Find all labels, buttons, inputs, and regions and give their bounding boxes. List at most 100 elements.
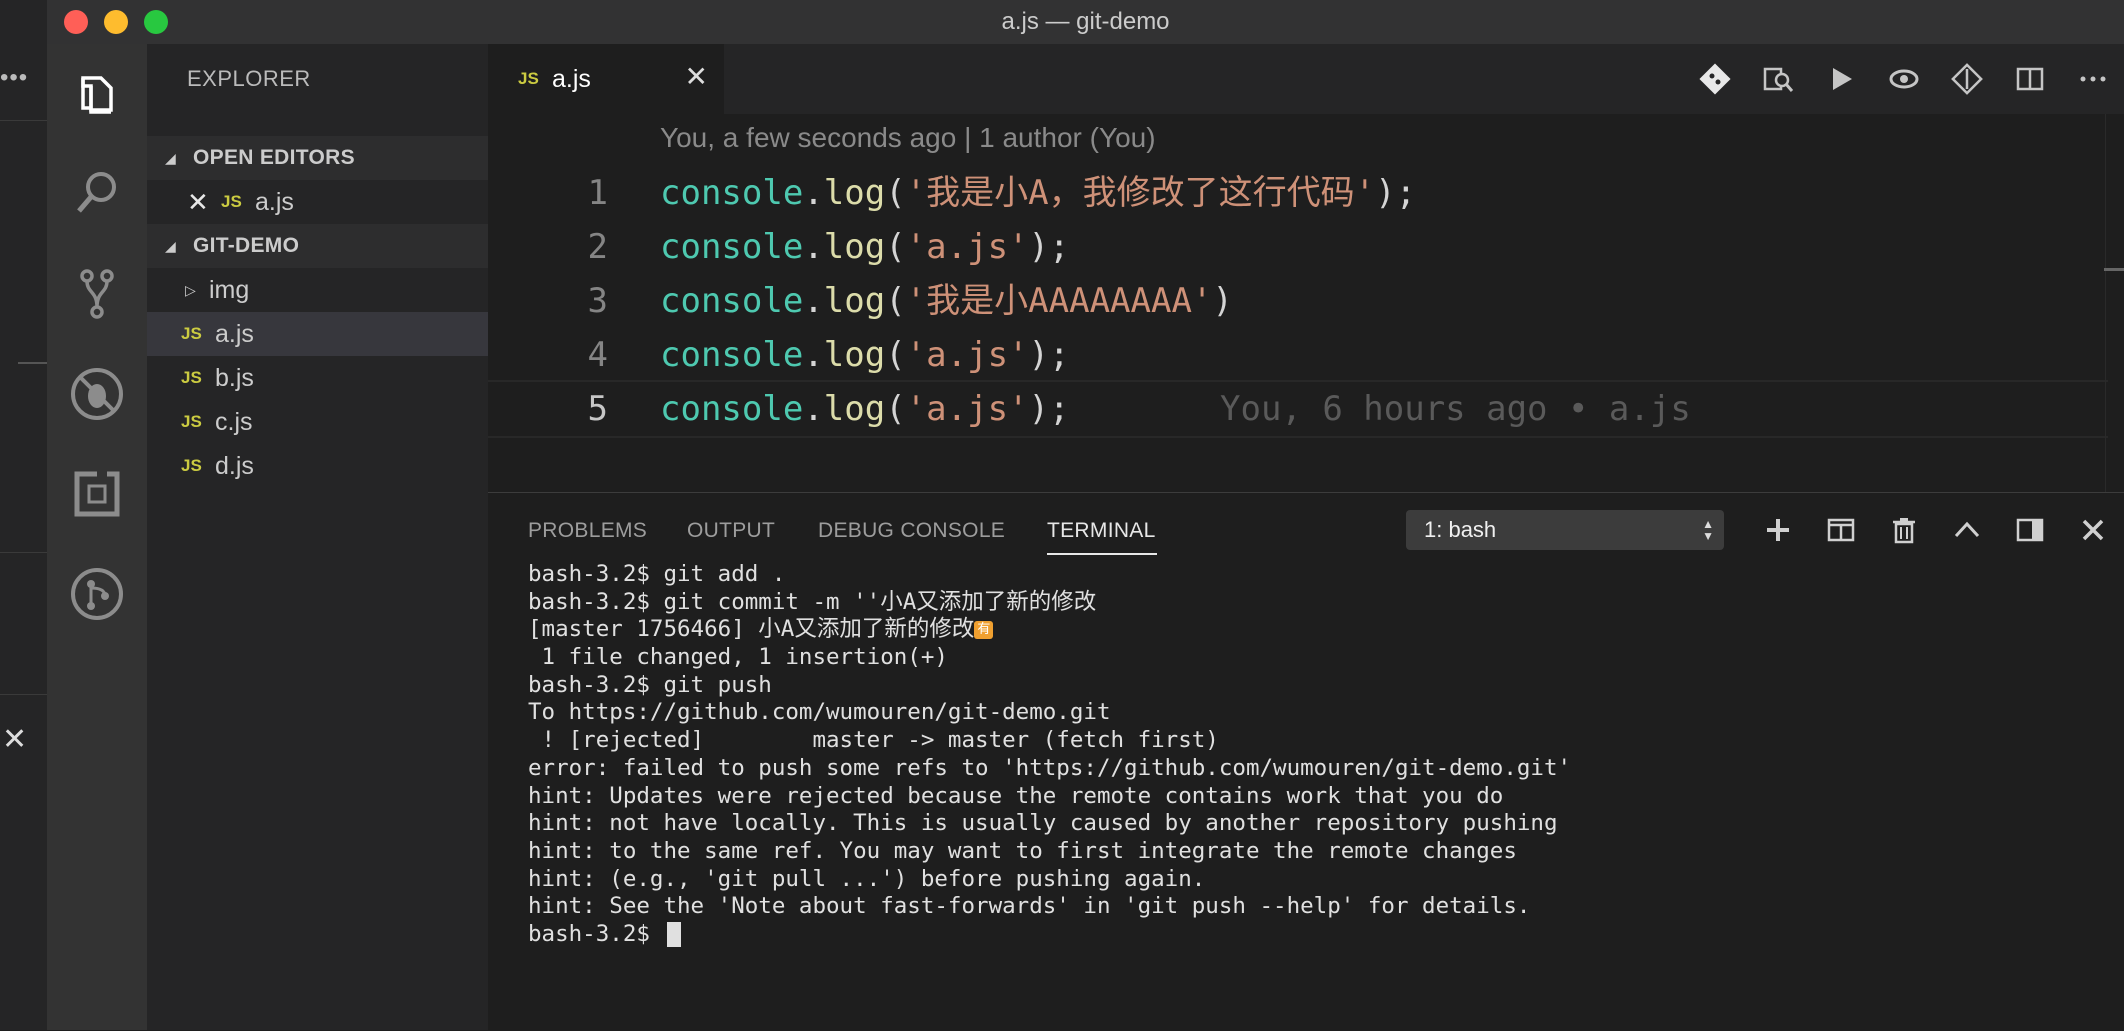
javascript-file-icon: JS xyxy=(518,69,539,88)
tab-label: a.js xyxy=(552,64,591,93)
line-number: 5 xyxy=(587,389,608,429)
divider xyxy=(0,120,47,121)
trash-icon[interactable] xyxy=(1872,507,1935,553)
divider xyxy=(18,362,47,364)
code-line: 4 console.log('a.js'); xyxy=(488,328,2108,382)
open-editor-item-a-js[interactable]: ✕ JS a.js xyxy=(147,180,488,224)
terminal-line: hint: not have locally. This is usually … xyxy=(528,810,1558,837)
terminal-line: hint: (e.g., 'git pull ...') before push… xyxy=(528,865,1206,892)
editor-scrollbar[interactable] xyxy=(2105,114,2124,492)
sidebar-title: EXPLORER xyxy=(187,66,311,91)
split-terminal-icon[interactable] xyxy=(1809,507,1872,553)
terminal-line: error: failed to push some refs to 'http… xyxy=(528,754,1572,781)
extensions-icon[interactable] xyxy=(47,452,147,536)
code-editor[interactable]: You, a few seconds ago | 1 author (You) … xyxy=(488,114,2124,492)
split-editor-icon[interactable] xyxy=(1998,44,2061,114)
file-name: c.js xyxy=(215,407,253,436)
tab-output[interactable]: OUTPUT xyxy=(687,519,775,543)
terminal-line: hint: See the 'Note about fast-forwards'… xyxy=(528,893,1531,920)
project-section-header[interactable]: ◢ GIT-DEMO xyxy=(147,224,488,268)
active-tab-indicator xyxy=(1047,553,1157,555)
select-arrows-icon: ▲ ▼ xyxy=(1702,517,1714,543)
folder-item-img[interactable]: ▷ img xyxy=(147,268,488,312)
chevron-down-icon: ◢ xyxy=(165,149,176,166)
editor-toolbar xyxy=(1683,44,2124,114)
chevron-down-icon: ◢ xyxy=(165,237,176,254)
scrollbar-cursor-marker xyxy=(2104,268,2124,271)
git-icon[interactable] xyxy=(1935,44,1998,114)
open-changes-icon[interactable] xyxy=(1746,44,1809,114)
section-label: OPEN EDITORS xyxy=(193,146,355,169)
line-number: 3 xyxy=(587,281,608,321)
more-actions-icon[interactable] xyxy=(2061,44,2124,114)
code-text: console.log('我是小A，我修改了这行代码'); xyxy=(660,173,1417,213)
explorer-sidebar: EXPLORER ◢ OPEN EDITORS ✕ JS a.js ◢ GIT-… xyxy=(147,44,488,1030)
file-name: b.js xyxy=(215,363,254,392)
toggle-blame-icon[interactable] xyxy=(1872,44,1935,114)
code-text: console.log('我是小AAAAAAAA') xyxy=(660,281,1233,321)
section-label: GIT-DEMO xyxy=(193,234,300,257)
git-compare-icon[interactable] xyxy=(1683,44,1746,114)
chevron-up-icon[interactable] xyxy=(1935,507,1998,553)
file-name: d.js xyxy=(215,451,254,480)
folder-name: img xyxy=(209,275,250,304)
code-text: console.log('a.js'); xyxy=(660,335,1070,375)
terminal-line: hint: Updates were rejected because the … xyxy=(528,782,1504,809)
search-icon[interactable] xyxy=(47,151,147,235)
code-line: 2 console.log('a.js'); xyxy=(488,220,2108,274)
close-panel-icon[interactable] xyxy=(2061,507,2124,553)
divider xyxy=(0,694,47,695)
javascript-file-icon: JS xyxy=(221,192,242,211)
source-control-icon[interactable] xyxy=(47,252,147,336)
window-title: a.js — git-demo xyxy=(1001,8,1170,35)
tab-a-js[interactable]: JS a.js ✕ xyxy=(488,44,724,114)
terminal-line: [master 1756466] 小A又添加了新的修改有 xyxy=(528,616,2108,644)
tab-problems[interactable]: PROBLEMS xyxy=(528,519,647,543)
file-item-a-js[interactable]: JS a.js xyxy=(147,312,488,356)
open-editors-section-header[interactable]: ◢ OPEN EDITORS xyxy=(147,136,488,180)
terminal-line: 1 file changed, 1 insertion(+) xyxy=(528,644,948,671)
file-item-d-js[interactable]: JS d.js xyxy=(147,444,488,488)
blame-codelens[interactable]: You, a few seconds ago | 1 author (You) xyxy=(660,122,1156,154)
line-number: 2 xyxy=(587,227,608,267)
terminal-line: To https://github.com/wumouren/git-demo.… xyxy=(528,699,1111,726)
toggle-panel-position-icon[interactable] xyxy=(1998,507,2061,553)
terminal-selector-dropdown[interactable]: 1: bash ▲ ▼ xyxy=(1406,510,1724,550)
file-name: a.js xyxy=(255,187,294,216)
terminal-line: ! [rejected] master -> master (fetch fir… xyxy=(528,727,1219,754)
tab-debug-console[interactable]: DEBUG CONSOLE xyxy=(818,519,1005,543)
tab-terminal[interactable]: TERMINAL xyxy=(1047,519,1156,543)
terminal-prompt: bash-3.2$ xyxy=(528,920,664,947)
terminal-selector-value: 1: bash xyxy=(1424,517,1497,542)
run-icon[interactable] xyxy=(1809,44,1872,114)
javascript-file-icon: JS xyxy=(181,324,202,343)
file-item-c-js[interactable]: JS c.js xyxy=(147,400,488,444)
bottom-panel: PROBLEMS OUTPUT DEBUG CONSOLE TERMINAL 1… xyxy=(488,492,2124,1031)
debug-icon[interactable] xyxy=(47,352,147,436)
inline-blame-annotation: You, 6 hours ago • a.js xyxy=(1220,389,1691,429)
code-text: console.log('a.js'); xyxy=(660,389,1070,429)
terminal-line: bash-3.2$ git add . xyxy=(528,561,786,587)
chevron-right-icon: ▷ xyxy=(185,281,196,298)
terminal-output[interactable]: bash-3.2$ git add . bash-3.2$ git commit… xyxy=(528,561,2108,1021)
gitlens-icon[interactable] xyxy=(47,552,147,636)
file-name: a.js xyxy=(215,319,254,348)
code-line: 1 console.log('我是小A，我修改了这行代码'); xyxy=(488,166,2108,220)
close-icon[interactable]: ✕ xyxy=(187,187,221,218)
terminal-line: bash-3.2$ git commit -m ''小A又添加了新的修改 xyxy=(528,588,1097,615)
file-item-b-js[interactable]: JS b.js xyxy=(147,356,488,400)
more-dots-icon[interactable]: ••• xyxy=(0,64,28,92)
terminal-cursor xyxy=(667,921,682,947)
close-icon[interactable]: ✕ xyxy=(2,722,27,757)
explorer-icon[interactable] xyxy=(47,52,147,136)
background-window-strip: ••• ✕ xyxy=(0,0,48,1030)
panel-toolbar xyxy=(1746,507,2124,553)
close-icon[interactable]: ✕ xyxy=(685,60,708,93)
code-line-current: 5 console.log('a.js'); You, 6 hours ago … xyxy=(488,380,2108,438)
code-text: console.log('a.js'); xyxy=(660,227,1070,267)
new-terminal-icon[interactable] xyxy=(1746,507,1809,553)
divider xyxy=(0,552,47,553)
javascript-file-icon: JS xyxy=(181,456,202,475)
terminal-line: hint: to the same ref. You may want to f… xyxy=(528,837,1517,864)
terminal-prompt-line[interactable]: bash-3.2$ xyxy=(528,921,2108,949)
